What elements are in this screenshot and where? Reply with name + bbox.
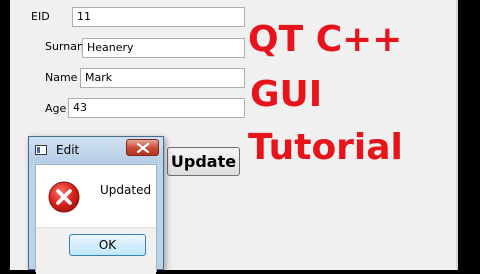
overlay-title-line3: Tutorial: [248, 127, 403, 168]
dialog-footer: OK: [36, 227, 156, 274]
overlay-title-line2: GUI: [250, 74, 323, 115]
error-icon: [48, 181, 80, 213]
dialog-body: Updated OK: [35, 164, 157, 274]
ok-button[interactable]: OK: [69, 234, 146, 256]
overlay-title-line1: QT C++: [248, 19, 403, 60]
name-field[interactable]: Mark: [80, 68, 245, 88]
name-label: Name: [45, 71, 78, 84]
app-icon: [35, 145, 47, 155]
age-label: Age: [45, 102, 67, 115]
surname-field[interactable]: Heanery: [82, 38, 245, 58]
eid-label: EID: [31, 10, 50, 23]
update-button[interactable]: Update: [167, 147, 240, 176]
edit-dialog: Edit Updated OK: [28, 136, 164, 274]
window-edge: [456, 0, 458, 270]
dialog-titlebar[interactable]: Edit: [29, 137, 163, 163]
close-icon: [137, 143, 149, 153]
age-field[interactable]: 43: [68, 98, 245, 118]
dialog-title: Edit: [56, 143, 80, 157]
close-button[interactable]: [126, 139, 159, 156]
eid-field[interactable]: 11: [72, 7, 245, 27]
dialog-message: Updated: [100, 183, 152, 197]
